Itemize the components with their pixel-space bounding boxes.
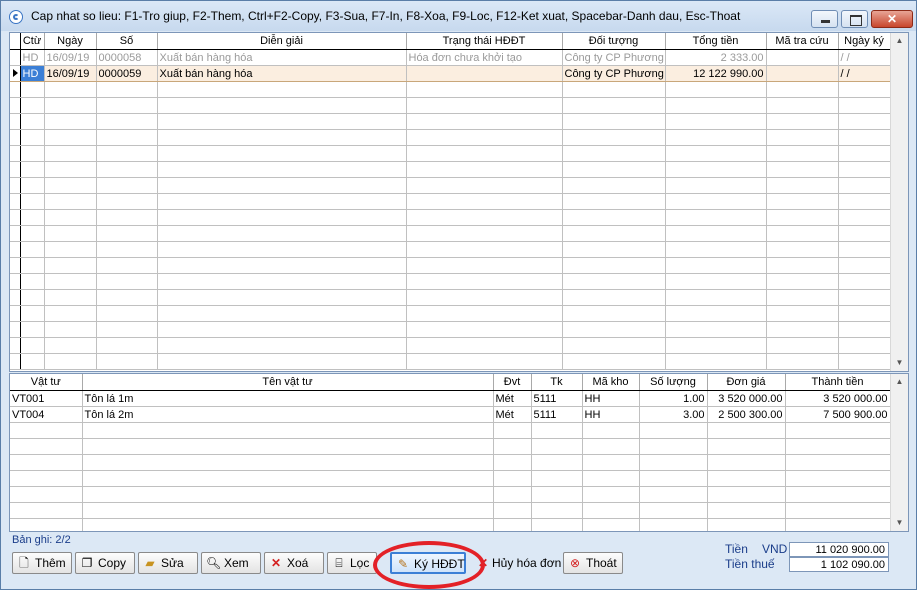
col-ten-vat-tu[interactable]: Tên vật tư [82, 374, 494, 391]
items-scrollbar[interactable]: ▲ ▼ [890, 374, 908, 531]
new-document-icon: 🗋 [19, 556, 29, 570]
filter-icon: ⌸ [335, 556, 343, 570]
empty-row [10, 193, 891, 210]
delete-x-icon: ✕ [270, 556, 282, 570]
empty-row [10, 289, 891, 306]
magnifier-icon: 🔍︎ [206, 556, 222, 570]
scroll-down-icon[interactable]: ▼ [891, 355, 908, 371]
empty-row [10, 161, 891, 178]
currency-label: VND [762, 542, 788, 556]
table-row[interactable]: HD 16/09/19 0000058 Xuất bán hàng hóa Hó… [10, 49, 891, 66]
empty-row [10, 502, 891, 519]
documents-table: Ctừ Ngày Số Diễn giải Trạng thái HĐĐT Đố… [10, 33, 891, 370]
col-thanh-tien[interactable]: Thành tiền [785, 374, 891, 391]
empty-row [10, 225, 891, 242]
documents-scrollbar[interactable]: ▲ ▼ [890, 33, 908, 371]
empty-row [10, 305, 891, 322]
empty-row [10, 454, 891, 471]
empty-row [10, 422, 891, 439]
documents-grid[interactable]: Ctừ Ngày Số Diễn giải Trạng thái HĐĐT Đố… [9, 32, 909, 372]
tien-thue-label: Tiền thuế [725, 557, 775, 571]
documents-header-row: Ctừ Ngày Số Diễn giải Trạng thái HĐĐT Đố… [10, 33, 891, 50]
empty-row [10, 438, 891, 455]
copy-icon: ❐ [81, 556, 93, 570]
tien-thue-value: 1 102 090.00 [789, 557, 889, 572]
close-icon: ✕ [886, 12, 898, 26]
items-grid[interactable]: Vật tư Tên vật tư Đvt Tk Mã kho Số lượng… [9, 373, 909, 532]
empty-row [10, 257, 891, 274]
delete-button[interactable]: ✕ Xoá [264, 552, 324, 574]
col-ctu[interactable]: Ctừ [20, 33, 45, 50]
col-don-gia[interactable]: Đơn giá [707, 374, 786, 391]
items-header-row: Vật tư Tên vật tư Đvt Tk Mã kho Số lượng… [10, 374, 891, 391]
empty-row [10, 177, 891, 194]
col-doi-tuong[interactable]: Đối tượng [562, 33, 666, 50]
empty-row [10, 209, 891, 226]
minimize-button[interactable] [811, 10, 838, 28]
empty-row [10, 81, 891, 98]
empty-row [10, 273, 891, 290]
exit-button[interactable]: ⊗ Thoát [563, 552, 623, 574]
app-icon [9, 10, 23, 24]
empty-row [10, 129, 891, 146]
row-indicator-header [10, 33, 21, 50]
col-ma-tra-cuu[interactable]: Mã tra cứu [766, 33, 839, 50]
col-ngay-ky[interactable]: Ngày ký [838, 33, 891, 50]
tien-label: Tiền [725, 542, 748, 556]
highlight-annotation [373, 541, 485, 589]
scroll-up-icon[interactable]: ▲ [891, 374, 908, 390]
scroll-up-icon[interactable]: ▲ [891, 33, 908, 49]
scroll-down-icon[interactable]: ▼ [891, 515, 908, 531]
close-button[interactable]: ✕ [871, 10, 913, 28]
empty-row [10, 337, 891, 354]
copy-button[interactable]: ❐ Copy [75, 552, 135, 574]
row-pointer-icon [13, 68, 18, 77]
col-so[interactable]: Số [96, 33, 158, 50]
col-ma-kho[interactable]: Mã kho [582, 374, 640, 391]
minimize-icon [821, 20, 830, 23]
col-ngay[interactable]: Ngày [44, 33, 97, 50]
table-row[interactable]: VT001 Tôn lá 1m Mét 5111 HH 1.00 3 520 0… [10, 390, 891, 407]
table-row-selected[interactable]: HD 16/09/19 0000059 Xuất bán hàng hóa Cô… [10, 65, 891, 82]
folder-icon: ▰ [145, 556, 155, 570]
view-button[interactable]: 🔍︎ Xem [201, 552, 261, 574]
col-dien-giai[interactable]: Diễn giải [157, 33, 407, 50]
maximize-icon [850, 15, 862, 26]
window-title: Cap nhat so lieu: F1-Tro giup, F2-Them, … [31, 9, 741, 23]
stop-icon: ⊗ [569, 556, 581, 570]
items-table: Vật tư Tên vật tư Đvt Tk Mã kho Số lượng… [10, 374, 891, 531]
edit-button[interactable]: ▰ Sửa [138, 552, 198, 574]
current-row-indicator [10, 65, 21, 82]
empty-row [10, 486, 891, 503]
maximize-button[interactable] [841, 10, 868, 28]
empty-row [10, 241, 891, 258]
empty-row [10, 97, 891, 114]
record-count: Bản ghi: 2/2 [12, 534, 71, 546]
empty-row [10, 470, 891, 487]
title-bar[interactable]: Cap nhat so lieu: F1-Tro giup, F2-Them, … [1, 1, 916, 31]
tien-value: 11 020 900.00 [789, 542, 889, 557]
empty-row [10, 321, 891, 338]
empty-row [10, 353, 891, 370]
empty-row [10, 113, 891, 130]
col-dvt[interactable]: Đvt [493, 374, 532, 391]
filter-button[interactable]: ⌸ Lọc [327, 552, 377, 574]
empty-row [10, 145, 891, 162]
col-trang-thai[interactable]: Trạng thái HĐĐT [406, 33, 563, 50]
col-tong-tien[interactable]: Tổng tiền [665, 33, 767, 50]
col-so-luong[interactable]: Số lượng [639, 374, 708, 391]
add-button[interactable]: 🗋 Thêm [12, 552, 72, 574]
col-tk[interactable]: Tk [531, 374, 583, 391]
table-row[interactable]: VT004 Tôn lá 2m Mét 5111 HH 3.00 2 500 3… [10, 406, 891, 423]
main-window: Cap nhat so lieu: F1-Tro giup, F2-Them, … [0, 0, 917, 590]
col-vat-tu[interactable]: Vật tư [10, 374, 83, 391]
empty-row [10, 518, 891, 531]
